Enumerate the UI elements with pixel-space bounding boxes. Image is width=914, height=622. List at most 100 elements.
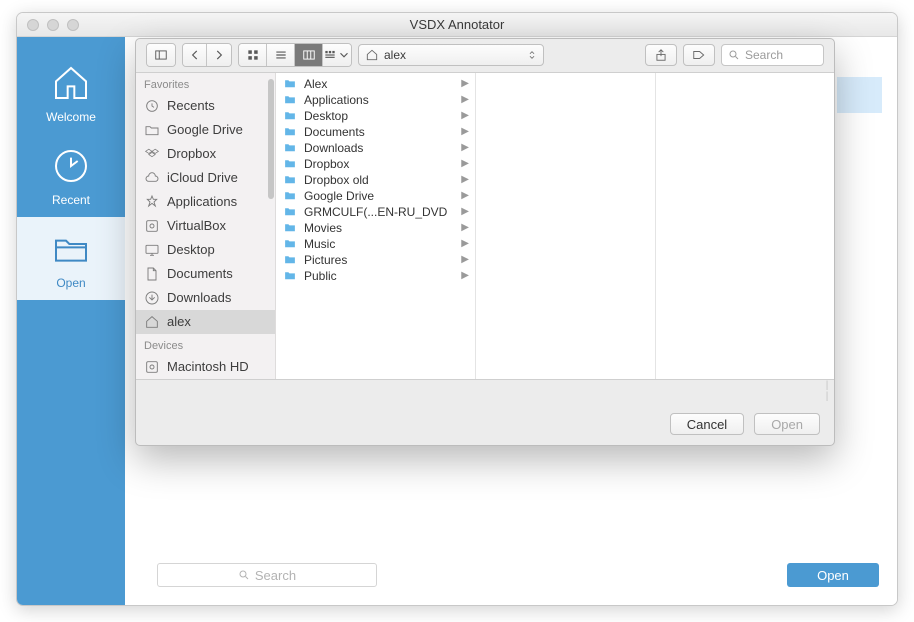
favorites-header: Favorites (136, 73, 275, 94)
file-label: Google Drive (304, 189, 455, 203)
view-gallery-button[interactable] (323, 44, 351, 66)
folder-icon (282, 77, 298, 90)
view-list-button[interactable] (267, 44, 295, 66)
file-item[interactable]: Alex ▶ (276, 76, 475, 92)
file-item[interactable]: Desktop ▶ (276, 108, 475, 124)
file-item[interactable]: Public ▶ (276, 268, 475, 284)
gallery-icon (323, 48, 337, 62)
tags-button[interactable] (683, 44, 715, 66)
document-icon (144, 266, 160, 282)
nav-forward-button[interactable] (207, 44, 231, 66)
main-search-input[interactable]: Search (157, 563, 377, 587)
cancel-button[interactable]: Cancel (670, 413, 744, 435)
file-item[interactable]: Music ▶ (276, 236, 475, 252)
dropbox-icon (144, 146, 160, 162)
folder-icon (282, 237, 298, 250)
file-column-3 (656, 73, 835, 379)
file-label: Documents (304, 125, 455, 139)
search-icon (238, 569, 250, 581)
file-item[interactable]: Applications ▶ (276, 92, 475, 108)
app-sidebar: Welcome Recent Open (17, 37, 125, 605)
downloads-icon (144, 290, 160, 306)
dialog-search-input[interactable]: Search (721, 44, 824, 66)
favorite-label: Google Drive (167, 122, 243, 137)
applications-icon (144, 194, 160, 210)
file-item[interactable]: GRMCULF(...EN-RU_DVD ▶ (276, 204, 475, 220)
favorites-sidebar: Favorites Recents Google Drive Dropbox i… (136, 73, 276, 379)
nav-back-button[interactable] (183, 44, 207, 66)
favorite-item[interactable]: Desktop (136, 238, 275, 262)
file-item[interactable]: Pictures ▶ (276, 252, 475, 268)
toggle-sidebar-button[interactable] (147, 44, 175, 66)
favorite-item[interactable]: Dropbox (136, 142, 275, 166)
favorite-item[interactable]: Google Drive (136, 118, 275, 142)
favorite-label: Recents (167, 98, 215, 113)
file-item[interactable]: Documents ▶ (276, 124, 475, 140)
view-columns-button[interactable] (295, 44, 323, 66)
main-open-button[interactable]: Open (787, 563, 879, 587)
disclosure-arrow-icon: ▶ (461, 254, 469, 265)
favorite-item[interactable]: Recents (136, 94, 275, 118)
folder-icon (282, 109, 298, 122)
file-item[interactable]: Downloads ▶ (276, 140, 475, 156)
favorite-item[interactable]: Applications (136, 190, 275, 214)
disclosure-arrow-icon: ▶ (461, 206, 469, 217)
desktop-icon (144, 242, 160, 258)
path-dropdown[interactable]: alex (358, 44, 544, 66)
favorite-label: Applications (167, 194, 237, 209)
disclosure-arrow-icon: ▶ (461, 142, 469, 153)
file-item[interactable]: Dropbox old ▶ (276, 172, 475, 188)
favorite-item[interactable]: Macintosh HD (136, 355, 275, 379)
disclosure-arrow-icon: ▶ (461, 158, 469, 169)
folder-icon (282, 221, 298, 234)
dialog-footer: Cancel Open (136, 404, 834, 445)
file-label: Music (304, 237, 455, 251)
file-label: Dropbox old (304, 173, 455, 187)
file-item[interactable]: Google Drive ▶ (276, 188, 475, 204)
folder-icon (282, 253, 298, 266)
file-item[interactable]: Movies ▶ (276, 220, 475, 236)
path-label: alex (384, 48, 406, 62)
file-label: Movies (304, 221, 455, 235)
favorite-item[interactable]: VirtualBox (136, 214, 275, 238)
folder-open-icon (49, 229, 93, 269)
open-button[interactable]: Open (754, 413, 820, 435)
sidebar-item-welcome[interactable]: Welcome (17, 51, 125, 134)
disclosure-arrow-icon: ▶ (461, 94, 469, 105)
clock-icon (49, 146, 93, 186)
file-label: Downloads (304, 141, 455, 155)
file-label: Alex (304, 77, 455, 91)
favorite-label: Dropbox (167, 146, 216, 161)
file-label: Applications (304, 93, 455, 107)
tag-icon (692, 48, 706, 62)
sidebar-item-label: Open (17, 276, 125, 290)
disclosure-arrow-icon: ▶ (461, 190, 469, 201)
file-item[interactable]: Dropbox ▶ (276, 156, 475, 172)
favorite-item[interactable]: iCloud Drive (136, 166, 275, 190)
favorite-item[interactable]: Downloads (136, 286, 275, 310)
folder-gray-icon (144, 122, 160, 138)
window-title: VSDX Annotator (17, 17, 897, 32)
sidebar-scrollbar[interactable] (268, 79, 274, 279)
search-icon (728, 49, 740, 61)
share-icon (654, 48, 668, 62)
home-outline-icon (144, 314, 160, 330)
favorite-item[interactable]: Documents (136, 262, 275, 286)
share-button[interactable] (645, 44, 677, 66)
search-placeholder: Search (255, 568, 296, 583)
sidebar-item-recent[interactable]: Recent (17, 134, 125, 217)
favorite-item[interactable]: alex (136, 310, 275, 334)
sidebar-item-open[interactable]: Open (17, 217, 125, 300)
favorite-label: alex (167, 314, 191, 329)
file-column-1: Alex ▶ Applications ▶ Desktop ▶ Document… (276, 73, 476, 379)
dialog-toolbar: alex Search (136, 39, 834, 73)
folder-icon (282, 189, 298, 202)
titlebar: VSDX Annotator (17, 13, 897, 37)
devices-header: Devices (136, 334, 275, 355)
columns-view: Alex ▶ Applications ▶ Desktop ▶ Document… (276, 73, 834, 379)
view-icons-button[interactable] (239, 44, 267, 66)
search-placeholder: Search (745, 48, 783, 62)
file-column-2 (476, 73, 656, 379)
folder-icon (282, 269, 298, 282)
column-resize-handle[interactable]: | | (822, 380, 834, 404)
